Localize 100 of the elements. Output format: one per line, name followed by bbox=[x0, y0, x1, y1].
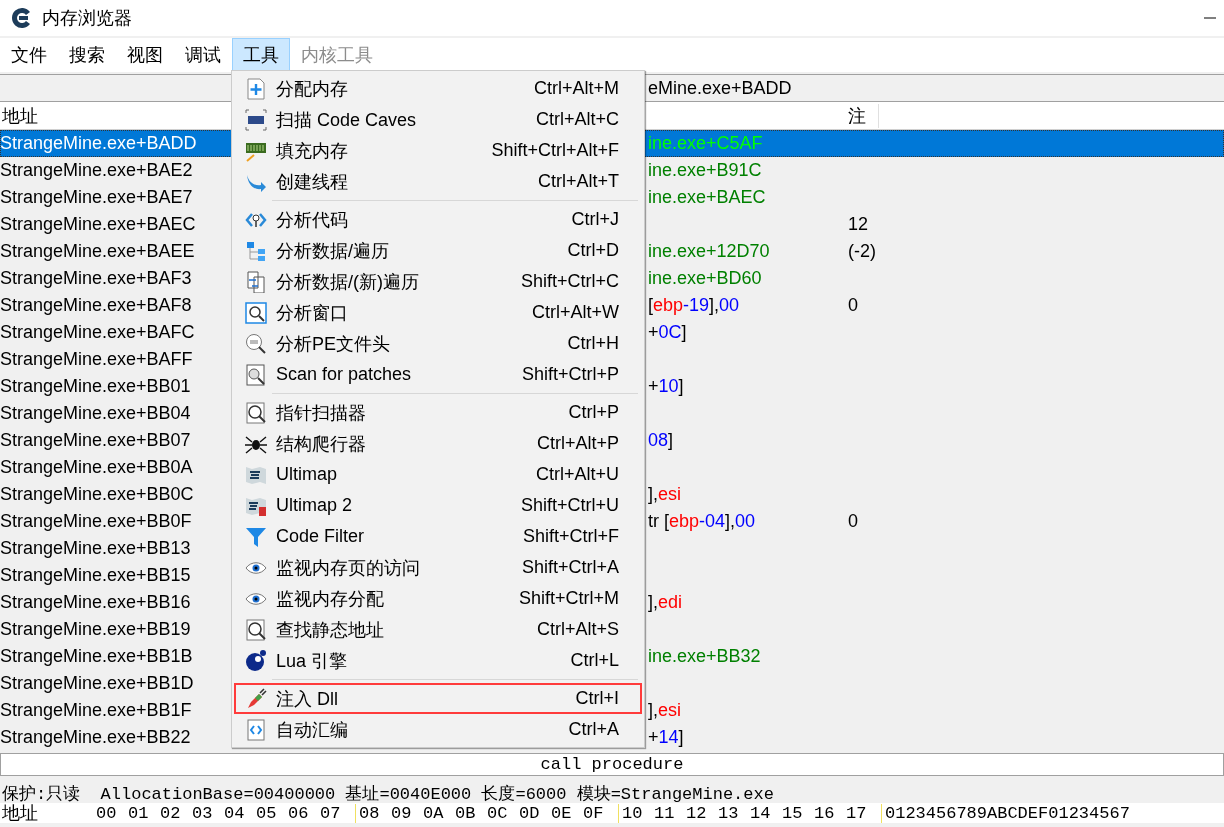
menu-item[interactable]: Ultimap Ctrl+Alt+U bbox=[234, 459, 642, 490]
column-header: 0D bbox=[519, 803, 541, 823]
menu-item[interactable]: Scan for patches Shift+Ctrl+P bbox=[234, 359, 642, 390]
table-cell: StrangeMine.exe+BB22 bbox=[0, 727, 191, 748]
table-cell: StrangeMine.exe+BB13 bbox=[0, 538, 191, 559]
table-cell: ],edi bbox=[648, 592, 683, 613]
column-header: 01 bbox=[128, 803, 150, 823]
column-header: 17 bbox=[846, 803, 868, 823]
table-cell: StrangeMine.exe+BB19 bbox=[0, 619, 191, 640]
status-text: 保护:只读 AllocationBase=00400000 基址=0040E000 长度=6000 模块=StrangeMine.exe bbox=[2, 783, 774, 804]
menu-item[interactable]: 分析数据/遍历 Ctrl+D bbox=[234, 235, 642, 266]
code-file-icon bbox=[245, 718, 267, 741]
table-cell: StrangeMine.exe+BB04 bbox=[0, 403, 191, 424]
table-cell: ],esi bbox=[648, 484, 682, 505]
menu-item[interactable]: Lua 引擎 Ctrl+L bbox=[234, 645, 642, 676]
column-header: 02 bbox=[160, 803, 182, 823]
table-cell: ine.exe+BB32 bbox=[648, 646, 761, 667]
menu-item[interactable]: 创建线程 Ctrl+Alt+T bbox=[234, 166, 642, 197]
menu-item[interactable]: 分析数据/(新)遍历 Shift+Ctrl+C bbox=[234, 266, 642, 297]
column-header: 0C bbox=[487, 803, 509, 823]
table-cell: StrangeMine.exe+BB01 bbox=[0, 376, 191, 397]
column-header: 09 bbox=[391, 803, 413, 823]
column-header: 0F bbox=[583, 803, 605, 823]
table-cell: ine.exe+B91C bbox=[648, 160, 762, 181]
column-header: 0A bbox=[423, 803, 445, 823]
table-cell: StrangeMine.exe+BB0F bbox=[0, 511, 192, 532]
column-header: 12 bbox=[686, 803, 708, 823]
table-cell: [ebp-19],00 bbox=[648, 295, 740, 316]
add-icon bbox=[245, 77, 267, 100]
column-header: 00 bbox=[96, 803, 118, 823]
table-cell: StrangeMine.exe+BAFC bbox=[0, 322, 195, 343]
menu-item[interactable]: 调试 bbox=[174, 38, 232, 72]
column-header: 10 bbox=[622, 803, 644, 823]
table-cell: ine.exe+BAEC bbox=[648, 187, 766, 208]
table-cell: StrangeMine.exe+BAEE bbox=[0, 241, 195, 262]
tree-icon bbox=[245, 239, 267, 262]
menu-item[interactable]: 查找静态地址 Ctrl+Alt+S bbox=[234, 614, 642, 645]
table-cell: +0C] bbox=[648, 322, 687, 343]
table-cell: ine.exe+BD60 bbox=[648, 268, 762, 289]
table-cell: +14] bbox=[648, 727, 684, 748]
column-header: 0123456789ABCDEF01234567 bbox=[885, 803, 1130, 823]
menu-item[interactable]: 指针扫描器 Ctrl+P bbox=[234, 397, 642, 428]
table-cell: StrangeMine.exe+BAF3 bbox=[0, 268, 192, 289]
table-cell: StrangeMine.exe+BB15 bbox=[0, 565, 191, 586]
search-icon bbox=[245, 618, 267, 641]
table-cell: +10] bbox=[648, 376, 684, 397]
table-cell: StrangeMine.exe+BB0C bbox=[0, 484, 194, 505]
menu-item[interactable]: 分析代码 Ctrl+J bbox=[234, 204, 642, 235]
table-cell: StrangeMine.exe+BB1F bbox=[0, 700, 192, 721]
column-header: 地址 bbox=[1, 802, 39, 825]
table-cell: StrangeMine.exe+BAE7 bbox=[0, 187, 193, 208]
table-cell: StrangeMine.exe+BAF8 bbox=[0, 295, 192, 316]
menu-item[interactable]: Ultimap 2 Shift+Ctrl+U bbox=[234, 490, 642, 521]
table-cell: StrangeMine.exe+BB16 bbox=[0, 592, 191, 613]
table-cell: StrangeMine.exe+BAEC bbox=[0, 214, 196, 235]
menu-item[interactable]: 分析PE文件头 Ctrl+H bbox=[234, 328, 642, 359]
menu-item[interactable]: 自动汇编 Ctrl+A bbox=[234, 714, 642, 745]
column-header: 0B bbox=[455, 803, 477, 823]
column-header: 14 bbox=[750, 803, 772, 823]
search-icon bbox=[245, 401, 267, 424]
menu-item[interactable]: 搜索 bbox=[58, 38, 116, 72]
table-cell: ine.exe+C5AF bbox=[648, 133, 763, 154]
menu-item[interactable]: 工具 bbox=[232, 38, 290, 72]
address-field[interactable]: eMine.exe+BADD bbox=[648, 77, 792, 99]
menu-item[interactable]: 结构爬行器 Ctrl+Alt+P bbox=[234, 428, 642, 459]
column-header: 11 bbox=[654, 803, 676, 823]
menu-item[interactable]: 注入 Dll Ctrl+I bbox=[234, 683, 642, 714]
window-title: 内存浏览器 bbox=[42, 7, 132, 30]
table-cell: 0 bbox=[848, 511, 858, 532]
table-cell: 12 bbox=[848, 214, 869, 235]
table-cell: StrangeMine.exe+BAE2 bbox=[0, 160, 193, 181]
menu-item[interactable]: 文件 bbox=[0, 38, 58, 72]
column-header[interactable]: 注 bbox=[848, 103, 879, 128]
table-cell: StrangeMine.exe+BB1D bbox=[0, 673, 194, 694]
table-cell: StrangeMine.exe+BB0A bbox=[0, 457, 193, 478]
menu-item[interactable]: 分析窗口 Ctrl+Alt+W bbox=[234, 297, 642, 328]
menu-item[interactable]: 视图 bbox=[116, 38, 174, 72]
column-header: 15 bbox=[782, 803, 804, 823]
column-header: 0E bbox=[551, 803, 573, 823]
menu-item[interactable]: Code Filter Shift+Ctrl+F bbox=[234, 521, 642, 552]
table-cell: tr [ebp-04],00 bbox=[648, 511, 756, 532]
menu-item[interactable]: 填充内存 Shift+Ctrl+Alt+F bbox=[234, 135, 642, 166]
column-header: 03 bbox=[192, 803, 214, 823]
column-header: 05 bbox=[256, 803, 278, 823]
table-cell: StrangeMine.exe+BAFF bbox=[0, 349, 193, 370]
menu-item[interactable]: 监视内存分配 Shift+Ctrl+M bbox=[234, 583, 642, 614]
column-header: 13 bbox=[718, 803, 740, 823]
table-cell: ],esi bbox=[648, 700, 682, 721]
table-cell: 08] bbox=[648, 430, 674, 451]
column-header: 08 bbox=[359, 803, 381, 823]
menu-item[interactable]: 分配内存 Ctrl+Alt+M bbox=[234, 73, 642, 104]
column-header: 07 bbox=[320, 803, 342, 823]
window-search-icon bbox=[245, 301, 267, 324]
menu-item[interactable]: 监视内存页的访问 Shift+Ctrl+A bbox=[234, 552, 642, 583]
instruction-hint: call procedure bbox=[540, 755, 684, 774]
column-header: 06 bbox=[288, 803, 310, 823]
syringe-icon bbox=[245, 687, 267, 710]
table-cell: (-2) bbox=[848, 241, 876, 262]
filter-icon bbox=[245, 525, 267, 548]
menu-item[interactable]: 扫描 Code Caves Ctrl+Alt+C bbox=[234, 104, 642, 135]
